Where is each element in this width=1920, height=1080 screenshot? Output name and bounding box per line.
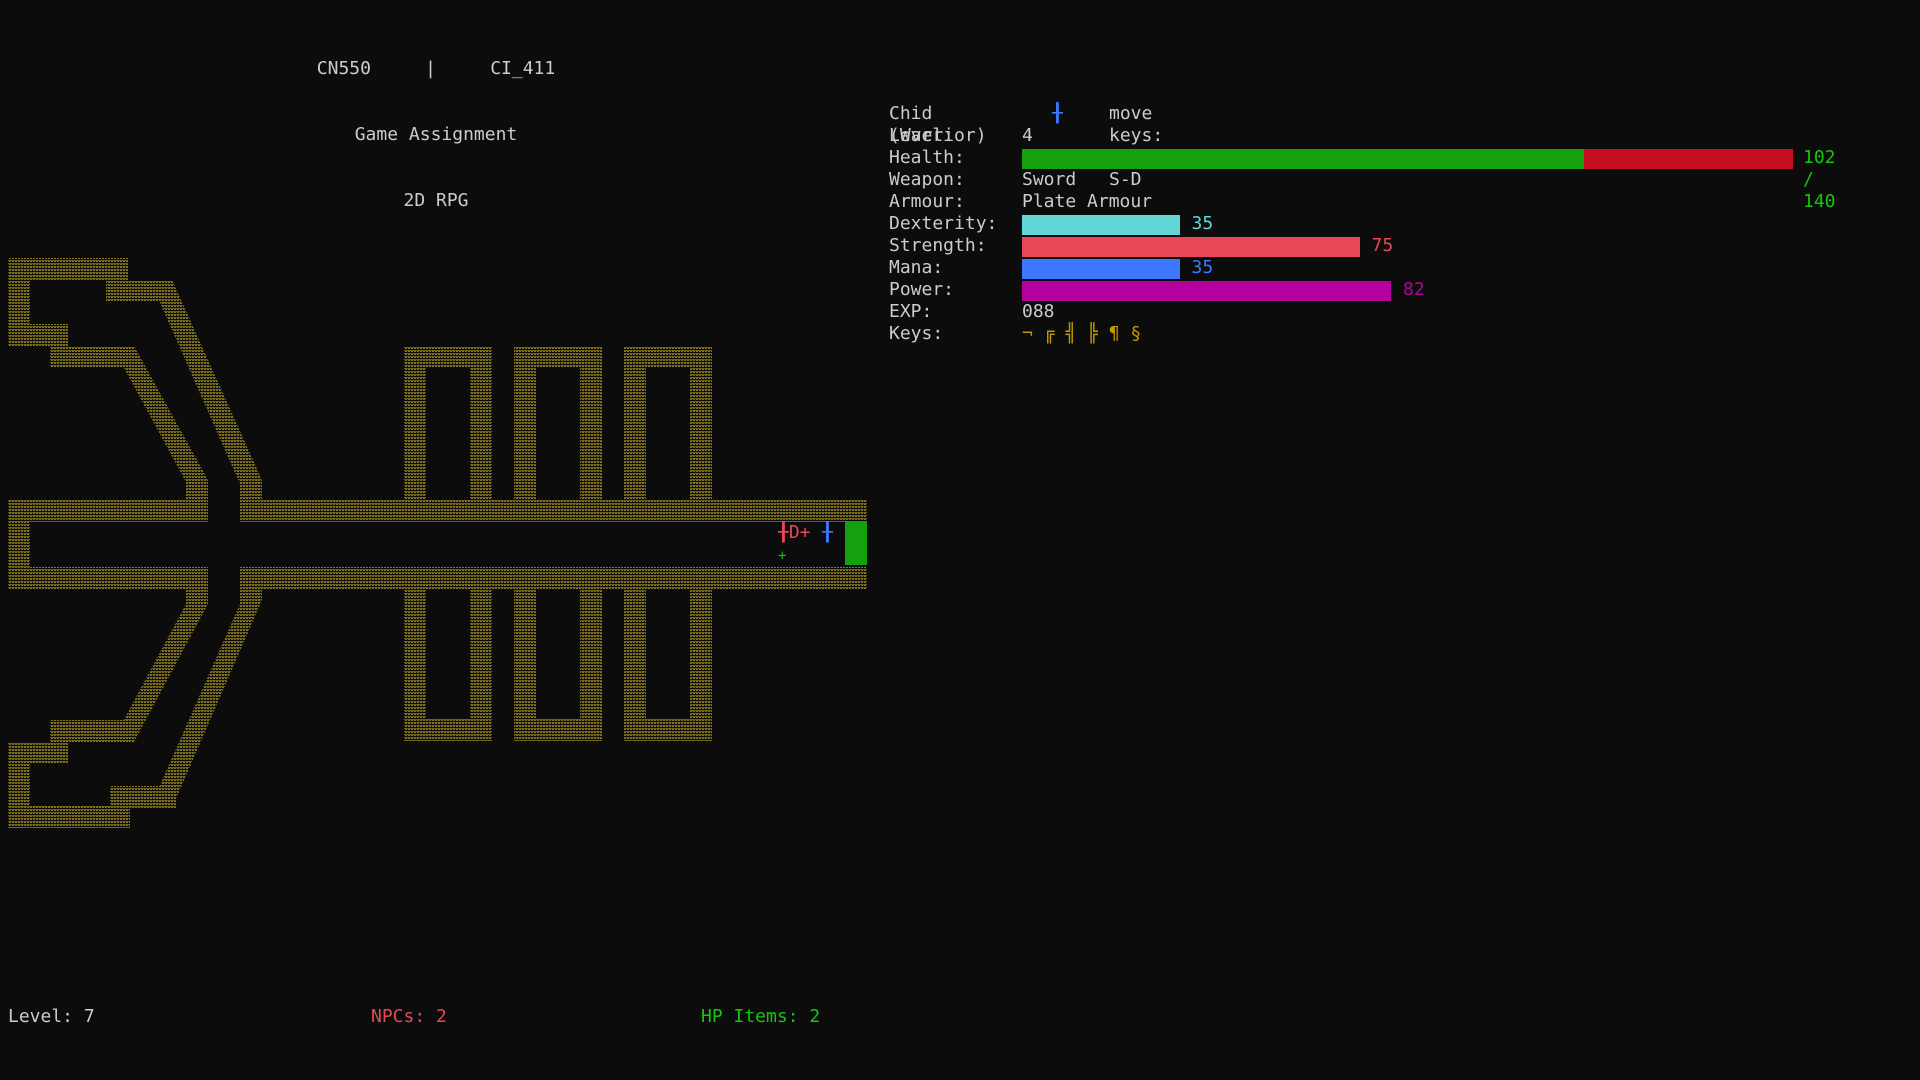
keys-label: Keys: (889, 323, 944, 344)
weapon-value: Sword (1022, 169, 1077, 190)
strength-bar (1022, 237, 1360, 257)
strength-label: Strength: (889, 235, 987, 256)
footer-hp-items: HP Items: 2 (701, 1006, 821, 1027)
footer-npc-count: NPCs: 2 (371, 1006, 447, 1027)
strength-value: 75 (1371, 235, 1394, 256)
level-label: Level: (889, 125, 955, 146)
dungeon-map (8, 258, 867, 828)
mana-bar (1022, 259, 1180, 279)
dexterity-value: 35 (1191, 213, 1214, 234)
dexterity-bar (1022, 215, 1180, 235)
exp-value: 088 (1022, 301, 1055, 322)
health-bar-fill (1022, 149, 1584, 169)
exit-door (845, 521, 867, 565)
health-label: Health: (889, 147, 965, 168)
armour-label: Armour: (889, 191, 965, 212)
weapon-label: Weapon: (889, 169, 965, 190)
keys-value: ¬ ╔ ╣ ╠ ¶ § (1022, 323, 1142, 344)
health-value: 102 / 140 (1803, 147, 1836, 212)
dexterity-label: Dexterity: (889, 213, 998, 234)
player-sprite: ╂ (822, 522, 833, 543)
exp-label: EXP: (889, 301, 933, 322)
power-label: Power: (889, 279, 955, 300)
power-value: 82 (1403, 279, 1425, 300)
player-glyph: ╂ (1052, 103, 1063, 124)
hp-item-sprite: + (778, 548, 787, 564)
footer-level: Level: 7 (8, 1006, 95, 1027)
dungeon-walls (8, 258, 867, 828)
armour-value: Plate Armour (1022, 191, 1153, 212)
mana-value: 35 (1191, 257, 1214, 278)
mana-label: Mana: (889, 257, 944, 278)
level-value: 4 (1022, 125, 1033, 146)
move-keys-hint: move keys: W-A-S-D (1109, 103, 1164, 190)
power-bar (1022, 281, 1391, 301)
enemy-sprite: ╂D+ (778, 522, 811, 543)
